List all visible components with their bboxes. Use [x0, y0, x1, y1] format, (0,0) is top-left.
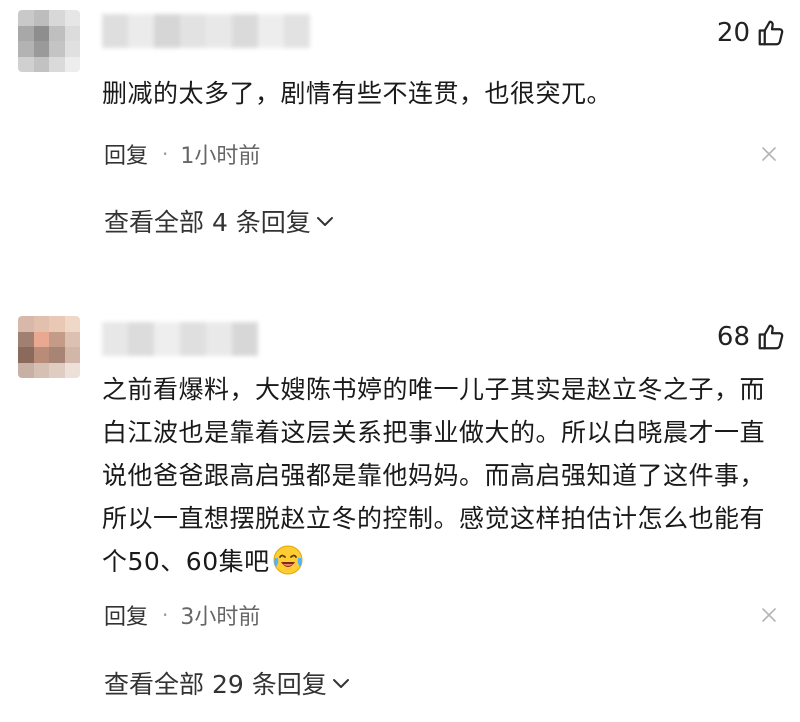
- laughing-crying-emoji-icon: [273, 545, 303, 575]
- comment-item: 68 之前看爆料，大嫂陈书婷的唯一儿子其实是赵立冬之子，而白江波也是靠着这层关系…: [0, 310, 800, 722]
- view-replies-button[interactable]: 查看全部 29 条回复: [104, 665, 351, 701]
- reply-button[interactable]: 回复: [104, 138, 148, 170]
- comment-text-body: 之前看爆料，大嫂陈书婷的唯一儿子其实是赵立冬之子，而白江波也是靠着这层关系把事业…: [102, 375, 766, 576]
- username[interactable]: [102, 322, 258, 356]
- avatar[interactable]: [18, 10, 80, 72]
- comment-list: 20 删减的太多了，剧情有些不连贯，也很突兀。 回复 · 1小时前 查看全部 4…: [0, 0, 800, 722]
- view-replies-label: 查看全部 29 条回复: [104, 670, 327, 699]
- comment-text: 删减的太多了，剧情有些不连贯，也很突兀。: [102, 79, 613, 108]
- chevron-down-icon: [316, 217, 333, 226]
- like-count-group[interactable]: 68: [717, 322, 786, 352]
- view-replies-button[interactable]: 查看全部 4 条回复: [104, 203, 335, 239]
- close-icon[interactable]: [760, 606, 778, 624]
- chevron-down-icon: [332, 679, 349, 688]
- view-replies-label: 查看全部 4 条回复: [104, 208, 311, 237]
- like-count: 20: [716, 18, 750, 48]
- timestamp: 1小时前: [180, 144, 261, 169]
- reply-button[interactable]: 回复: [104, 599, 148, 631]
- like-count: 68: [716, 322, 750, 352]
- meta-separator: ·: [162, 603, 169, 627]
- timestamp: 3小时前: [180, 605, 261, 630]
- username[interactable]: [102, 14, 310, 48]
- thumbs-up-icon[interactable]: [756, 322, 786, 352]
- like-count-group[interactable]: 20: [717, 18, 786, 48]
- thumbs-up-icon[interactable]: [756, 18, 786, 48]
- comment-meta: 回复 · 3小时前: [104, 599, 260, 631]
- meta-separator: ·: [162, 142, 169, 166]
- comment-item: 20 删减的太多了，剧情有些不连贯，也很突兀。 回复 · 1小时前 查看全部 4…: [0, 0, 800, 290]
- comment-meta: 回复 · 1小时前: [104, 138, 260, 170]
- avatar[interactable]: [18, 316, 80, 378]
- comment-text: 之前看爆料，大嫂陈书婷的唯一儿子其实是赵立冬之子，而白江波也是靠着这层关系把事业…: [102, 368, 782, 583]
- close-icon[interactable]: [760, 145, 778, 163]
